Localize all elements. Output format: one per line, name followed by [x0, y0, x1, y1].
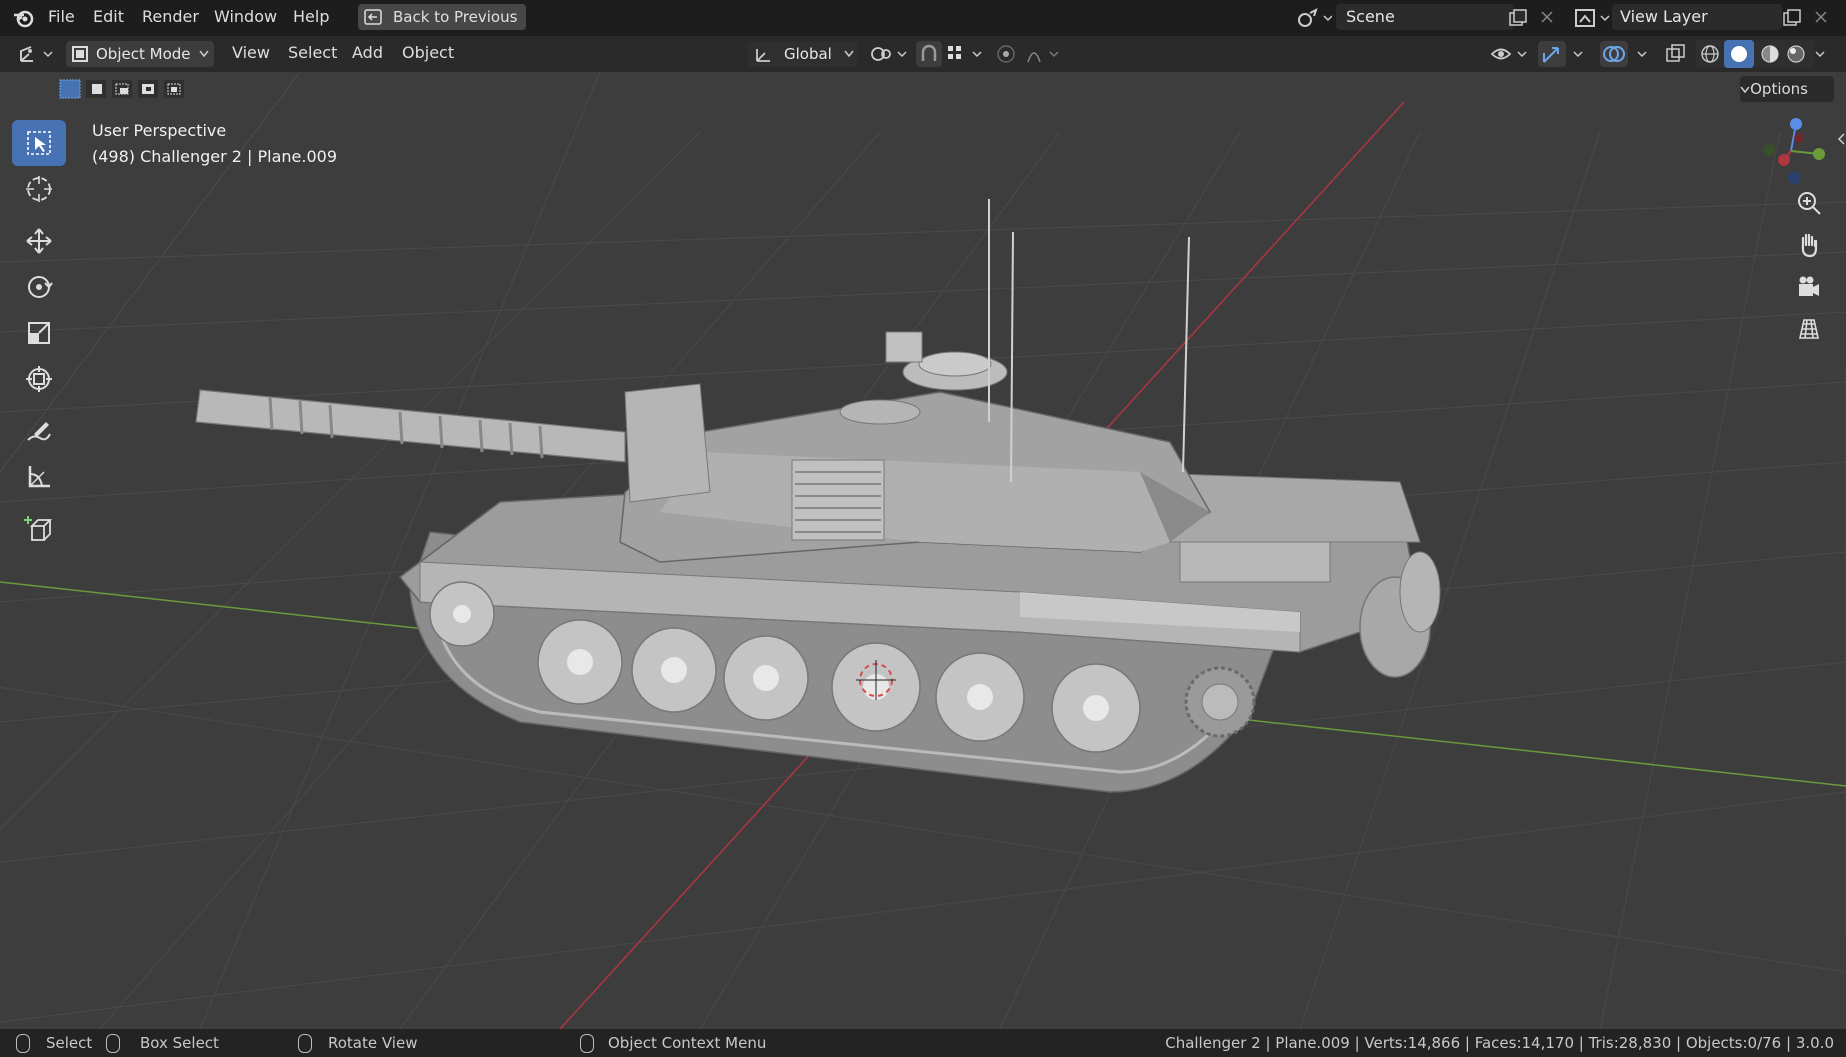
object-mode-dropdown[interactable]: Object Mode: [66, 41, 214, 67]
view-layer-field[interactable]: View Layer: [1612, 4, 1782, 30]
visibility-icon[interactable]: [1490, 44, 1530, 68]
object-mode-label: Object Mode: [96, 45, 191, 63]
add-cube-icon: [24, 516, 53, 541]
options-dropdown[interactable]: Options: [1740, 76, 1834, 102]
xray-toggle-icon[interactable]: [1664, 43, 1688, 69]
annotate-icon: [27, 422, 51, 441]
ortho-toggle-button[interactable]: [1796, 316, 1832, 352]
wireframe-shading-icon[interactable]: [1698, 43, 1722, 69]
transform-orientation-dropdown[interactable]: Global: [748, 41, 858, 67]
mouse-middle-icon: [298, 1034, 312, 1053]
new-view-layer-icon[interactable]: [1782, 8, 1802, 32]
status-rotate-view: Rotate View: [328, 1034, 418, 1052]
zoom-view-button[interactable]: [1796, 190, 1832, 226]
status-box-select: Box Select: [140, 1034, 219, 1052]
blender-logo-icon[interactable]: [12, 7, 36, 33]
pan-view-button[interactable]: [1796, 232, 1832, 268]
solid-shading-icon[interactable]: [1724, 40, 1754, 68]
grid-icon: [1799, 319, 1819, 339]
gizmo-z-axis: [1790, 118, 1802, 130]
header-menu-view[interactable]: View: [232, 36, 270, 72]
select-box-tool[interactable]: [12, 120, 66, 166]
chevron-down-icon: [199, 50, 209, 58]
cursor-tool[interactable]: [12, 166, 66, 212]
menu-file[interactable]: File: [40, 0, 83, 36]
top-menu-bar: File Edit Render Window Help Back to Pre…: [0, 0, 1846, 36]
rendered-shading-icon[interactable]: [1784, 43, 1808, 69]
menu-window[interactable]: Window: [206, 0, 285, 36]
viewport-info-overlay: User Perspective (498) Challenger 2 | Pl…: [92, 118, 337, 170]
tank-model[interactable]: [195, 199, 1441, 793]
back-arrow-icon: [364, 9, 382, 25]
rotate-tool[interactable]: [12, 264, 66, 310]
scale-tool[interactable]: [12, 310, 66, 356]
orientation-icon: [756, 49, 770, 62]
chevron-down-icon: [1740, 86, 1750, 94]
menu-render[interactable]: Render: [134, 0, 207, 36]
new-scene-icon[interactable]: [1508, 8, 1528, 32]
hand-icon: [1801, 233, 1818, 258]
chevron-down-icon: [844, 50, 854, 58]
mouse-drag-icon: [106, 1034, 120, 1053]
scene-statistics: Challenger 2 | Plane.009 | Verts:14,866 …: [1165, 1034, 1834, 1052]
3d-viewport[interactable]: Options User Perspective (498) Challenge…: [0, 72, 1846, 1029]
active-object-info: (498) Challenger 2 | Plane.009: [92, 147, 338, 166]
camera-icon: [1799, 276, 1819, 296]
gizmo-x-axis: [1778, 154, 1790, 166]
options-label: Options: [1750, 80, 1808, 98]
measure-icon: [28, 466, 50, 488]
object-mode-icon: [72, 46, 88, 62]
overlays-dropdown-chevron-icon[interactable]: [1636, 46, 1648, 64]
menu-help[interactable]: Help: [285, 0, 337, 36]
transform-tool[interactable]: [12, 356, 66, 402]
mouse-left-icon: [16, 1034, 30, 1053]
overlays-toggle-icon[interactable]: [1600, 41, 1628, 67]
viewport-header: Object Mode View Select Add Object Globa…: [0, 36, 1846, 72]
view-layer-icon[interactable]: [1574, 7, 1610, 33]
mouse-right-icon: [580, 1034, 594, 1053]
camera-view-button[interactable]: [1796, 274, 1832, 310]
transform-icon: [26, 366, 52, 392]
gizmo-y-axis: [1813, 148, 1825, 160]
orientation-label: Global: [784, 45, 832, 63]
editor-type-icon[interactable]: [18, 44, 54, 68]
scale-icon: [28, 322, 50, 344]
shading-dropdown-chevron-icon[interactable]: [1814, 46, 1826, 64]
status-context-menu: Object Context Menu: [608, 1034, 767, 1052]
gizmo-dropdown-chevron-icon[interactable]: [1572, 46, 1584, 64]
add-cube-tool[interactable]: [12, 506, 66, 552]
viewport-canvas[interactable]: [0, 72, 1846, 1029]
scene-field[interactable]: Scene: [1336, 4, 1514, 30]
back-to-previous-label: Back to Previous: [393, 8, 518, 26]
header-menu-add[interactable]: Add: [352, 36, 383, 72]
measure-tool[interactable]: [12, 454, 66, 500]
material-preview-icon[interactable]: [1758, 43, 1782, 69]
cursor-icon: [26, 176, 52, 202]
header-menu-select[interactable]: Select: [288, 36, 337, 72]
status-select: Select: [46, 1034, 93, 1052]
move-tool[interactable]: [12, 218, 66, 264]
status-bar: Select Box Select Rotate View Object Con…: [0, 1029, 1846, 1057]
snap-toggle-icon[interactable]: [916, 41, 942, 67]
proportional-editing-icon[interactable]: [996, 44, 1016, 68]
view-name: User Perspective: [92, 121, 227, 140]
annotate-tool[interactable]: [12, 408, 66, 454]
move-icon: [26, 228, 52, 254]
scene-icon[interactable]: [1296, 7, 1333, 33]
pivot-point-icon[interactable]: [870, 44, 908, 68]
snap-target-icon[interactable]: [946, 44, 986, 68]
delete-view-layer-icon[interactable]: [1812, 8, 1830, 30]
rotate-icon: [28, 276, 53, 298]
select-box-icon: [27, 131, 51, 155]
falloff-icon[interactable]: [1026, 44, 1066, 68]
zoom-icon: [1798, 192, 1821, 215]
menu-edit[interactable]: Edit: [85, 0, 132, 36]
header-menu-object[interactable]: Object: [402, 36, 454, 72]
gizmo-toggle-icon[interactable]: [1538, 41, 1566, 67]
back-to-previous-button[interactable]: Back to Previous: [358, 4, 526, 30]
delete-scene-icon[interactable]: [1538, 8, 1556, 30]
tool-shelf: [12, 120, 68, 552]
